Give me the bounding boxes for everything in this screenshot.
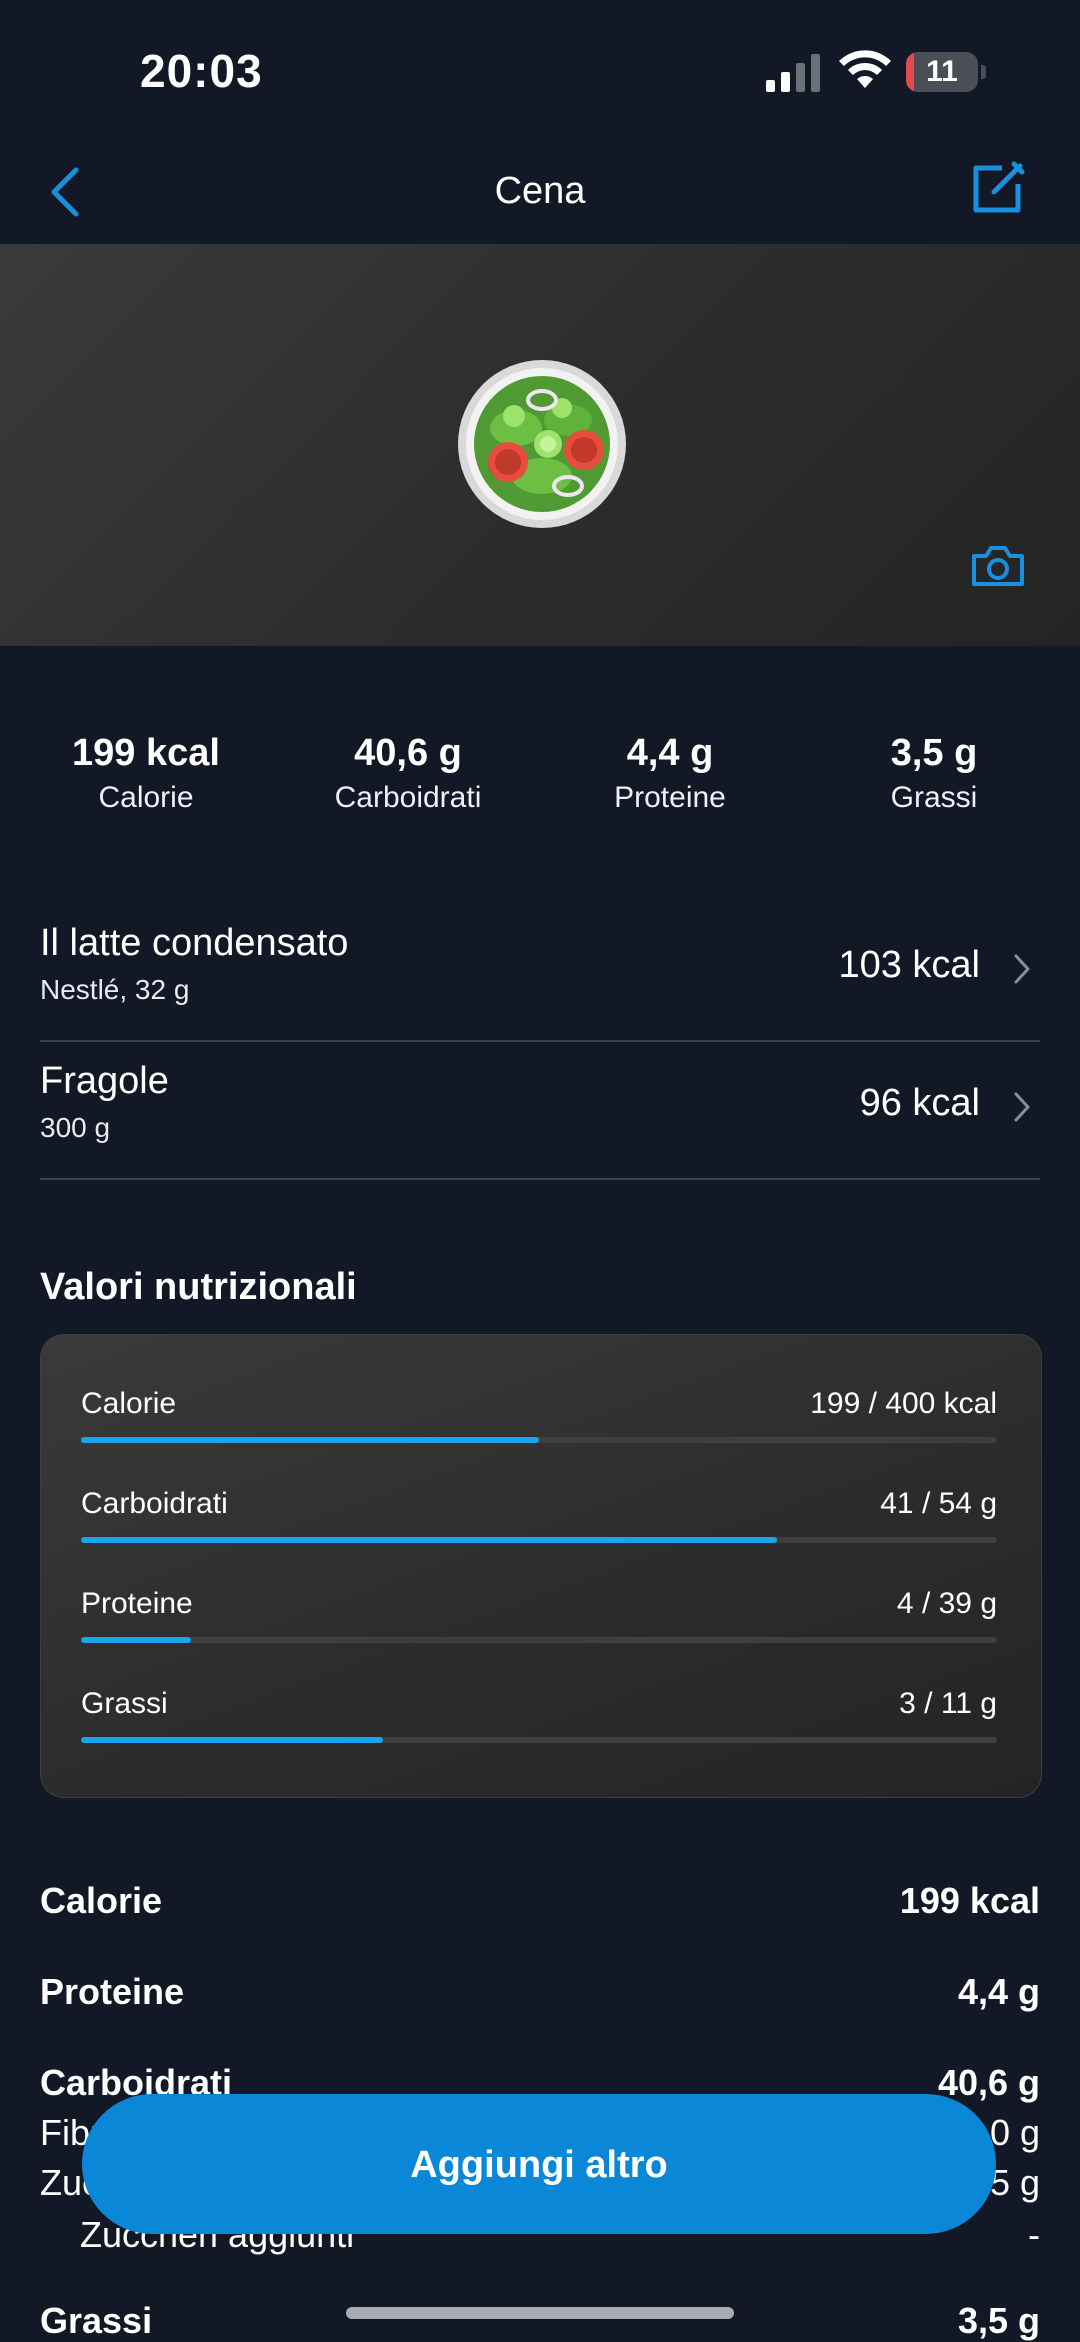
summary-label: Grassi	[890, 781, 978, 814]
nutrient-value: 41 / 54 g	[880, 1487, 997, 1520]
chevron-right-icon	[1014, 1092, 1030, 1122]
nutrient-bar-fat: Grassi 3 / 11 g	[81, 1687, 997, 1747]
nutrient-label: Carboidrati	[81, 1487, 228, 1520]
food-item-condensed-milk[interactable]: Il latte condensato Nestlé, 32 g 103 kca…	[40, 902, 1040, 1042]
edit-icon[interactable]	[968, 158, 1028, 218]
nutrient-label: Grassi	[81, 1687, 168, 1720]
progress-fill	[81, 1437, 539, 1443]
detail-value: 3,5 g	[957, 2300, 1040, 2341]
summary-label: Proteine	[614, 781, 726, 814]
progress-track	[81, 1437, 997, 1443]
battery-level: 11	[926, 55, 958, 88]
add-more-button[interactable]: Aggiungi altro	[82, 2094, 996, 2234]
progress-track	[81, 1637, 997, 1643]
progress-fill	[81, 1537, 778, 1543]
wifi-icon	[839, 50, 891, 88]
summary-value: 3,5 g	[890, 732, 978, 774]
chevron-right-icon	[1014, 954, 1030, 984]
progress-track	[81, 1737, 997, 1743]
status-bar: 20:03 11	[0, 0, 1080, 140]
camera-icon[interactable]	[970, 542, 1026, 588]
detail-label: Proteine	[40, 1971, 185, 2012]
food-item-strawberries[interactable]: Fragole 300 g 96 kcal	[40, 1040, 1040, 1180]
progress-fill	[81, 1637, 191, 1643]
nutrient-label: Calorie	[81, 1387, 177, 1420]
nutrient-label: Proteine	[81, 1587, 193, 1620]
nutrient-value: 3 / 11 g	[899, 1687, 997, 1720]
detail-value: 5 g	[989, 2162, 1040, 2203]
summary-label: Calorie	[98, 781, 194, 814]
summary-protein: 4,4 g Proteine	[540, 732, 800, 815]
food-detail: 300 g	[40, 1112, 111, 1143]
status-time: 20:03	[140, 45, 263, 97]
detail-value: 40,6 g	[937, 2062, 1040, 2103]
nav-bar: Cena	[0, 140, 1080, 244]
nutrition-section-title: Valori nutrizionali	[40, 1266, 357, 1308]
nutrient-value: 199 / 400 kcal	[810, 1387, 997, 1420]
summary-value: 4,4 g	[626, 732, 714, 774]
food-kcal: 103 kcal	[838, 944, 980, 986]
signal-icon	[766, 54, 820, 92]
summary-value: 199 kcal	[72, 732, 220, 774]
progress-track	[81, 1537, 997, 1543]
summary-calories: 199 kcal Calorie	[16, 732, 276, 815]
detail-value: 0 g	[989, 2112, 1040, 2153]
food-detail: Nestlé, 32 g	[40, 974, 190, 1005]
home-indicator	[346, 2307, 734, 2319]
salad-icon	[458, 360, 626, 528]
detail-label: Calorie	[40, 1880, 163, 1921]
summary-label: Carboidrati	[334, 781, 482, 814]
food-name: Fragole	[40, 1060, 169, 1102]
summary-carbs: 40,6 g Carboidrati	[278, 732, 538, 815]
food-name: Il latte condensato	[40, 922, 349, 964]
nutrient-value: 4 / 39 g	[896, 1587, 997, 1620]
detail-value: 199 kcal	[899, 1880, 1040, 1921]
nutrition-card: Calorie 199 / 400 kcal Carboidrati 41 / …	[40, 1334, 1042, 1798]
summary-fat: 3,5 g Grassi	[804, 732, 1064, 815]
page-title: Cena	[494, 170, 586, 212]
nutrient-bar-carbs: Carboidrati 41 / 54 g	[81, 1487, 997, 1547]
progress-fill	[81, 1737, 384, 1743]
nutrient-bar-calories: Calorie 199 / 400 kcal	[81, 1387, 997, 1447]
food-kcal: 96 kcal	[859, 1082, 980, 1124]
meal-photo-area	[0, 244, 1080, 646]
detail-value: 4,4 g	[957, 1971, 1040, 2012]
macro-summary: 199 kcal Calorie 40,6 g Carboidrati 4,4 …	[0, 732, 1080, 832]
summary-value: 40,6 g	[354, 732, 462, 774]
detail-value: -	[1028, 2214, 1040, 2255]
detail-label: Grassi	[40, 2300, 153, 2341]
nutrient-bar-protein: Proteine 4 / 39 g	[81, 1587, 997, 1647]
battery-indicator: 11	[906, 52, 986, 92]
